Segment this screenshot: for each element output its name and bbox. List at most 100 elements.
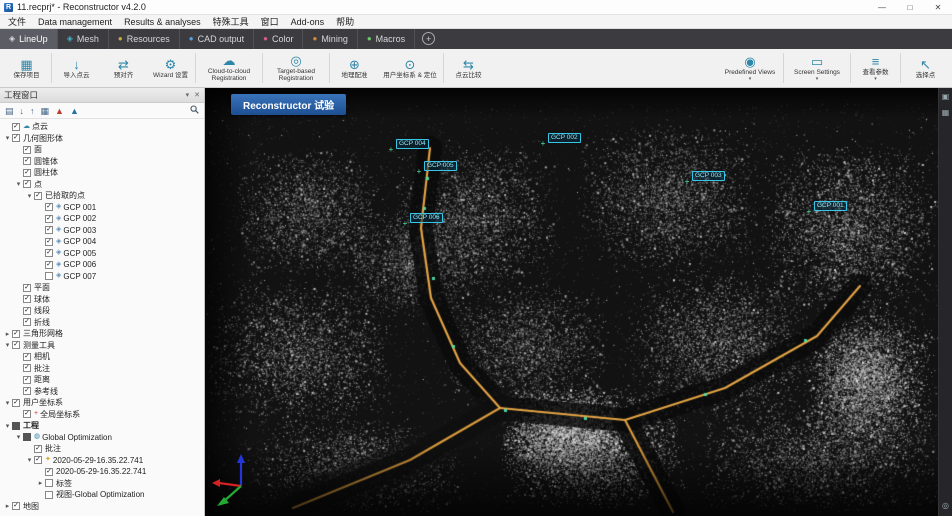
tree-checkbox[interactable]: ✓	[45, 215, 53, 223]
predefined-views-button[interactable]: ◉Predefined Views▾	[718, 49, 782, 87]
tree-checkbox[interactable]	[12, 422, 20, 430]
tree-checkbox[interactable]: ✓	[23, 157, 31, 165]
flag-blue-icon[interactable]: ▲	[70, 106, 79, 116]
tree-checkbox[interactable]: ✓	[23, 180, 31, 188]
menu-item[interactable]: 窗口	[255, 15, 285, 28]
tree-checkbox[interactable]: ✓	[12, 399, 20, 407]
orbit-icon[interactable]: ◎	[942, 501, 949, 510]
tab-color[interactable]: ●Color	[254, 29, 303, 49]
tree-checkbox[interactable]: ✓	[23, 146, 31, 154]
add-tab-button[interactable]: +	[422, 32, 435, 45]
tree-checkbox[interactable]: ✓	[12, 502, 20, 510]
tree-row[interactable]: ✓☁点云	[0, 121, 204, 133]
tree-checkbox[interactable]: ✓	[23, 376, 31, 384]
tree-row[interactable]: ▸标签	[0, 478, 204, 490]
tree-row[interactable]: 视图-Global Optimization	[0, 489, 204, 501]
tree-row[interactable]: ▸✓三角形网格	[0, 328, 204, 340]
panel-up-icon[interactable]: ↑	[30, 106, 35, 116]
tree-checkbox[interactable]	[45, 272, 53, 280]
search-icon[interactable]	[190, 105, 199, 116]
tree-checkbox[interactable]: ✓	[34, 445, 42, 453]
close-button[interactable]: ✕	[924, 0, 952, 14]
tree-row[interactable]: ✓圆锥体	[0, 156, 204, 168]
tree-checkbox[interactable]: ✓	[23, 169, 31, 177]
tree-checkbox[interactable]: ✓	[12, 341, 20, 349]
tree-checkbox[interactable]: ✓	[34, 192, 42, 200]
tree-checkbox[interactable]: ✓	[23, 295, 31, 303]
tab-macros[interactable]: ●Macros	[358, 29, 415, 49]
tree-row[interactable]: ✓◈GCP 005	[0, 248, 204, 260]
tree-row[interactable]: ✓◈GCP 001	[0, 202, 204, 214]
tree-checkbox[interactable]	[45, 479, 53, 487]
tree-checkbox[interactable]: ✓	[23, 364, 31, 372]
tree-checkbox[interactable]: ✓	[23, 284, 31, 292]
minimize-button[interactable]: —	[868, 0, 896, 14]
tree-checkbox[interactable]: ✓	[23, 387, 31, 395]
tree-row[interactable]: ✓2020-05-29-16.35.22.741	[0, 466, 204, 478]
grid-view-icon[interactable]: ▦	[942, 108, 950, 117]
tree-row[interactable]: ✓线段	[0, 305, 204, 317]
collapse-icon[interactable]: ▾	[25, 192, 34, 200]
tree-checkbox[interactable]	[23, 433, 31, 441]
tree-row[interactable]: ✓◈GCP 006	[0, 259, 204, 271]
tree-checkbox[interactable]: ✓	[45, 226, 53, 234]
tree-row[interactable]: ▾✓点	[0, 179, 204, 191]
collapse-icon[interactable]: ▾	[3, 134, 12, 142]
expand-icon[interactable]: ▸	[36, 479, 45, 487]
tree-row[interactable]: ✓距离	[0, 374, 204, 386]
menu-item[interactable]: Data management	[32, 17, 118, 27]
window-position-icon[interactable]: ▾	[186, 91, 190, 99]
menu-item[interactable]: 文件	[2, 15, 32, 28]
import-cloud-button[interactable]: ↓导入点云	[53, 49, 100, 87]
georeference-button[interactable]: ⊕地理配准	[331, 49, 378, 87]
restore-view-icon[interactable]: ▣	[942, 92, 950, 101]
tree-row[interactable]: ▾✓几何图形体	[0, 133, 204, 145]
tree-checkbox[interactable]	[45, 491, 53, 499]
collapse-icon[interactable]: ▾	[14, 433, 23, 441]
select-point-button[interactable]: ↖选择点	[902, 49, 949, 87]
tree-row[interactable]: ✓参考线	[0, 386, 204, 398]
collapse-icon[interactable]: ▾	[14, 180, 23, 188]
panel-import-icon[interactable]: ↓	[20, 106, 25, 116]
expand-icon[interactable]: ▸	[3, 502, 12, 510]
tree-row[interactable]: ✓相机	[0, 351, 204, 363]
close-panel-icon[interactable]: ✕	[194, 91, 200, 99]
view-params-button[interactable]: ≡查看参数▾	[852, 49, 899, 87]
save-project-button[interactable]: ▦保存项目	[3, 49, 50, 87]
cloud-compare-button[interactable]: ⇆点云比较	[445, 49, 492, 87]
tree-checkbox[interactable]: ✓	[45, 238, 53, 246]
tree-checkbox[interactable]: ✓	[34, 456, 42, 464]
tree-row[interactable]: ◈GCP 007	[0, 271, 204, 283]
panel-new-icon[interactable]: ▦	[41, 106, 50, 116]
tree-row[interactable]: ✓◈GCP 002	[0, 213, 204, 225]
menu-item[interactable]: 特殊工具	[207, 15, 255, 28]
tree-row[interactable]: ✓折线	[0, 317, 204, 329]
tree-row[interactable]: ✓圆柱体	[0, 167, 204, 179]
target-based-button[interactable]: ◎Target-based Registration	[264, 49, 328, 87]
tree-row[interactable]: ✓面	[0, 144, 204, 156]
menu-item[interactable]: Add-ons	[285, 17, 331, 27]
tab-mesh[interactable]: ◈Mesh	[58, 29, 109, 49]
tree-checkbox[interactable]: ✓	[45, 261, 53, 269]
flag-red-icon[interactable]: ▲	[55, 106, 64, 116]
tree-row[interactable]: ▾✓测量工具	[0, 340, 204, 352]
collapse-icon[interactable]: ▾	[3, 399, 12, 407]
tree-row[interactable]: ▾✓✦2020-05-29-16.35.22.741	[0, 455, 204, 467]
tab-lineup[interactable]: ◈LineUp	[0, 29, 58, 49]
tree-row[interactable]: ✓◈GCP 003	[0, 225, 204, 237]
tree-row[interactable]: ✓+全局坐标系	[0, 409, 204, 421]
tree-checkbox[interactable]: ✓	[45, 249, 53, 257]
maximize-button[interactable]: □	[896, 0, 924, 14]
tree-row[interactable]: ✓平面	[0, 282, 204, 294]
tab-resources[interactable]: ●Resources	[109, 29, 180, 49]
tree-checkbox[interactable]: ✓	[23, 318, 31, 326]
tree-row[interactable]: ▾◍Global Optimization	[0, 432, 204, 444]
menu-item[interactable]: 帮助	[330, 15, 360, 28]
tree-checkbox[interactable]: ✓	[23, 353, 31, 361]
tree-row[interactable]: ▾工程	[0, 420, 204, 432]
menu-item[interactable]: Results & analyses	[118, 17, 207, 27]
tree-row[interactable]: ✓◈GCP 004	[0, 236, 204, 248]
tab-cad-output[interactable]: ●CAD output	[180, 29, 254, 49]
tree-row[interactable]: ✓球体	[0, 294, 204, 306]
tree-checkbox[interactable]: ✓	[12, 123, 20, 131]
